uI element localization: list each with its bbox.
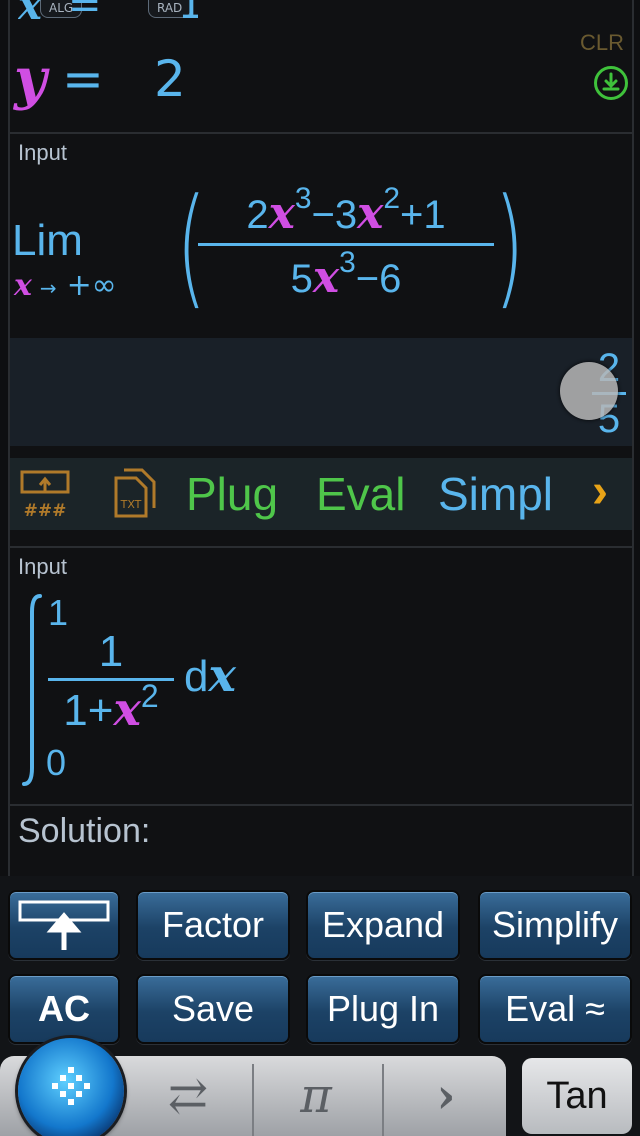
- limit-input-label: Input: [18, 140, 67, 165]
- partial-val: 1: [178, 0, 198, 28]
- chevron-right-icon[interactable]: ›: [386, 1056, 506, 1136]
- download-icon[interactable]: [594, 66, 628, 100]
- integral-input-label: Input: [18, 554, 67, 579]
- history-divider-3: [10, 804, 632, 806]
- y-value: 2: [154, 50, 186, 108]
- limit-numerator: 2x3−3x2+1: [246, 182, 446, 240]
- shift-arrow-icon: [18, 900, 110, 950]
- lim-word: Lim: [12, 216, 83, 265]
- plug-button[interactable]: Plug: [186, 466, 278, 522]
- menu-orb-button[interactable]: [18, 1038, 124, 1136]
- differential: dx: [184, 648, 236, 702]
- limit-expression[interactable]: Lim x → +∞ ( 2x3−3x2+1 5x3−6 ): [12, 170, 525, 322]
- tan-button[interactable]: Tan: [522, 1058, 632, 1134]
- copy-text-icon[interactable]: TXT: [100, 466, 156, 522]
- shift-button[interactable]: [8, 890, 120, 960]
- right-paren: ): [494, 170, 525, 322]
- lim-subscript: x → +∞: [14, 268, 117, 303]
- expand-button[interactable]: Expand: [306, 890, 460, 960]
- previous-result-partial: x = 1: [18, 0, 198, 30]
- lim-target: +∞: [66, 268, 117, 303]
- chevron-right-icon[interactable]: ›: [592, 464, 608, 520]
- limit-fraction: 2x3−3x2+1 5x3−6: [198, 182, 494, 304]
- solution-label: Solution:: [18, 812, 151, 850]
- all-clear-button[interactable]: AC: [8, 974, 120, 1044]
- y-variable: y: [14, 46, 47, 112]
- simplify-button[interactable]: Simplify: [478, 890, 632, 960]
- integrand-fraction: 1 1+x2: [48, 628, 174, 735]
- save-button[interactable]: Save: [136, 974, 290, 1044]
- integral-expression[interactable]: 1 1 1+x2 dx 0: [22, 592, 284, 792]
- bottom-dock: ⇄ π › Tan: [0, 1038, 640, 1136]
- history-divider: [10, 132, 632, 134]
- integrand-denominator: 1+x2: [63, 678, 159, 736]
- pi-key[interactable]: π: [256, 1056, 376, 1136]
- partial-var: x: [18, 0, 42, 29]
- integrand-numerator: 1: [98, 627, 124, 676]
- dock-separator: [252, 1064, 254, 1136]
- history-panel[interactable]: ALG RAD x = 1 y = 2 CLR Input Lim x→+∞: [8, 0, 634, 878]
- lower-bound: 0: [46, 742, 67, 783]
- clear-history-button[interactable]: CLR: [580, 30, 624, 56]
- y-equals: =: [62, 50, 104, 108]
- eval-approx-button[interactable]: Eval ≈: [478, 974, 632, 1044]
- factor-button[interactable]: Factor: [136, 890, 290, 960]
- right-arrow-icon: →: [39, 276, 57, 300]
- svg-text:TXT: TXT: [120, 498, 142, 511]
- format-number-icon[interactable]: ###: [18, 466, 74, 522]
- dock-separator: [382, 1064, 384, 1136]
- drag-handle[interactable]: [560, 362, 618, 420]
- partial-eq: =: [68, 0, 102, 28]
- svg-text:###: ###: [24, 501, 67, 521]
- calculator-screen: ALG RAD x = 1 y = 2 CLR Input Lim x→+∞: [0, 0, 640, 1136]
- limit-result-row[interactable]: 2 5: [10, 338, 632, 446]
- grid-diamond-icon: [52, 1067, 90, 1105]
- history-divider-2: [10, 546, 632, 548]
- eval-button[interactable]: Eval: [316, 466, 405, 522]
- lim-variable: x: [14, 268, 32, 303]
- swap-arrows-icon[interactable]: ⇄: [128, 1056, 248, 1136]
- integral-sign-icon: [22, 594, 42, 786]
- result-toolbar: ### TXT Plug Eval Simpl ›: [10, 458, 632, 530]
- simpl-button[interactable]: Simpl: [438, 466, 553, 522]
- plug-in-button[interactable]: Plug In: [306, 974, 460, 1044]
- limit-denominator: 5x3−6: [290, 246, 402, 304]
